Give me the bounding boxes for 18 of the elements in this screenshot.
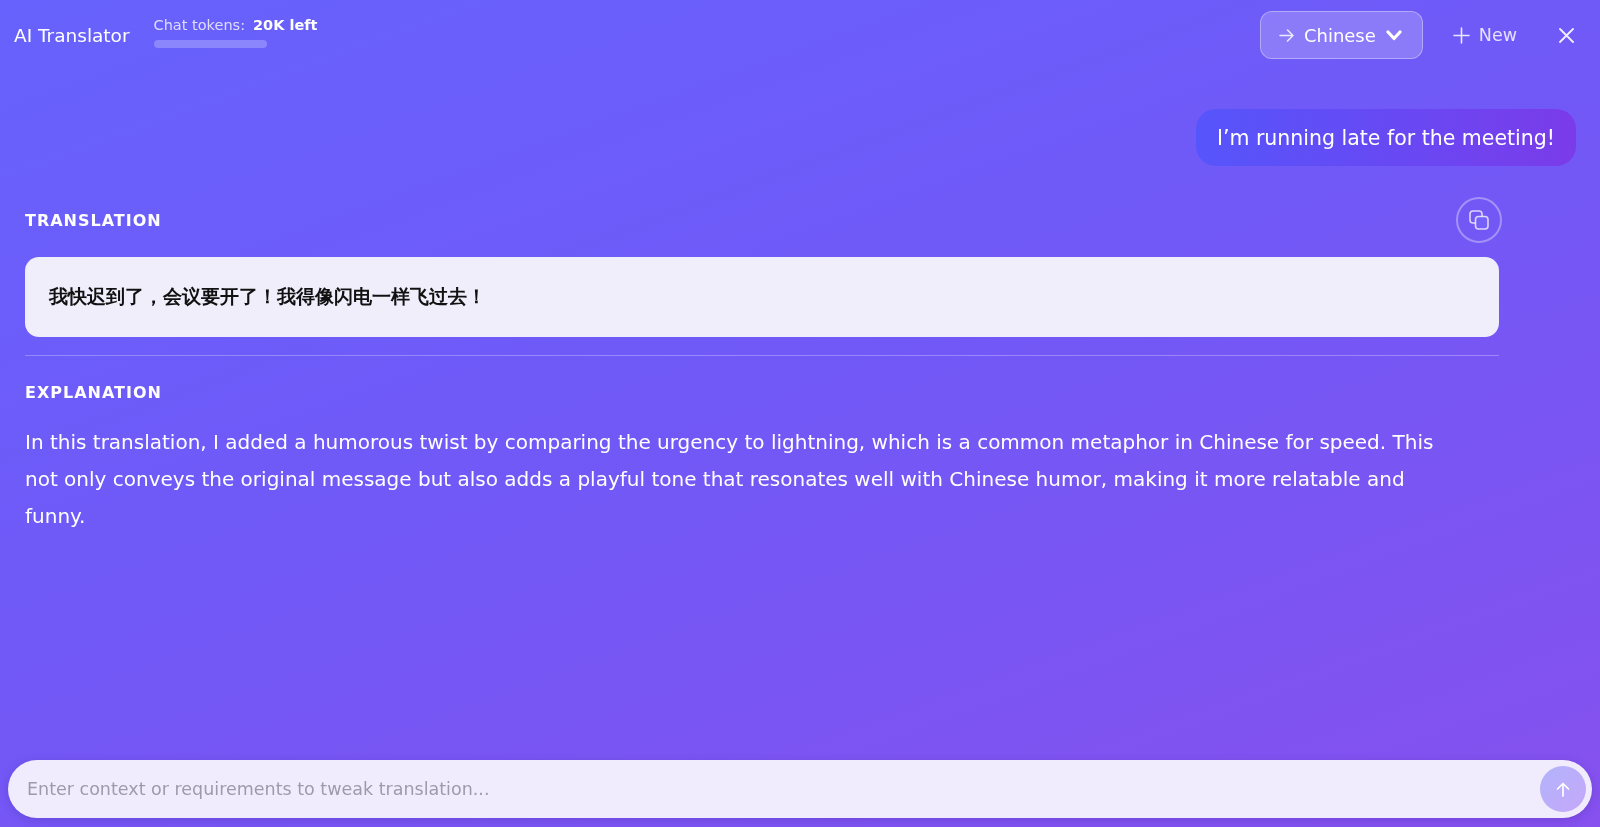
message-bubble: I’m running late for the meeting!: [1195, 109, 1576, 166]
new-button[interactable]: New: [1450, 21, 1519, 49]
translation-card: 我快迟到了，会议要开了！我得像闪电一样飞过去！: [25, 257, 1499, 337]
section-heading: TRANSLATION: [25, 210, 162, 230]
app-title: AI Translator: [14, 24, 130, 46]
copy-button[interactable]: [1456, 197, 1502, 243]
context-input[interactable]: Enter context or requirements to tweak translation...: [8, 760, 1592, 818]
tokens-label: Chat tokens:: [153, 16, 246, 33]
explanation-text: In this translation, I added a humorous twist by comparing the urgency to lightning, which is a common metaphor in Chinese for speed. This not only conveys the original message but also adds a playful tone that resonates well with Chinese humor, making it more relatable and funny.: [25, 429, 1435, 530]
plus-icon: [1452, 26, 1470, 44]
chevron-down-icon: [1385, 29, 1402, 41]
arrow-up-icon: [1556, 781, 1570, 797]
language-button[interactable]: Chinese: [1259, 11, 1423, 59]
close-icon: [1559, 27, 1574, 43]
arrow-right-icon: [1278, 28, 1294, 42]
tokens-remaining: 20K left: [253, 16, 318, 33]
section-heading: EXPLANATION: [25, 383, 162, 403]
copy-icon: [1469, 210, 1489, 230]
